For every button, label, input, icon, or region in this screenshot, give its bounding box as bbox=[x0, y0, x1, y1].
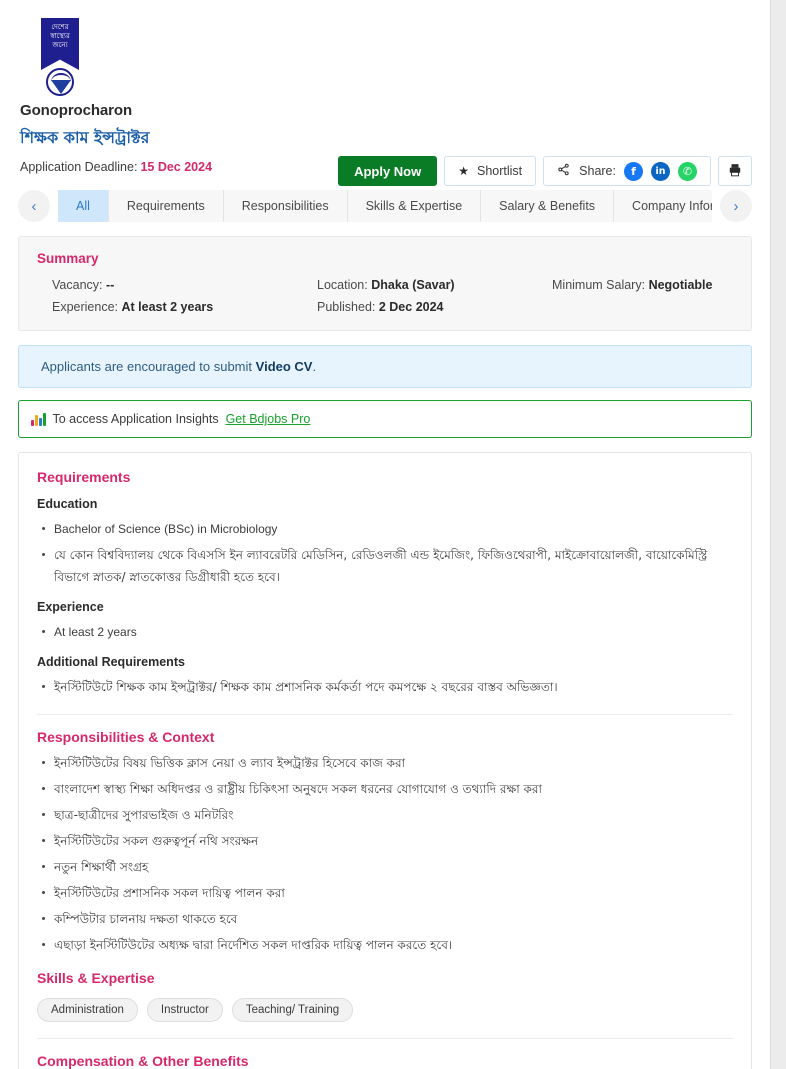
summary-min-salary-label: Minimum Salary: bbox=[552, 278, 646, 292]
requirements-section: Requirements Education Bachelor of Scien… bbox=[37, 469, 733, 698]
list-item: ইনস্টিটিউটের প্রশাসনিক সকল দায়িত্ব পালন… bbox=[37, 882, 733, 904]
list-item: ইনস্টিটিউটের সকল গুরুত্বপূর্ন নথি সংরক্ষ… bbox=[37, 830, 733, 852]
summary-vacancy: Vacancy: -- bbox=[52, 278, 317, 292]
summary-min-salary: Minimum Salary: Negotiable bbox=[552, 278, 733, 292]
tab-requirements[interactable]: Requirements bbox=[108, 190, 224, 222]
facebook-icon[interactable]: f bbox=[624, 161, 643, 181]
company-logo: দেশের স্বাস্থ্যের জন্যে bbox=[38, 18, 82, 96]
summary-experience: Experience: At least 2 years bbox=[52, 300, 317, 314]
page-title: শিক্ষক কাম ইন্সট্রাক্টর bbox=[20, 128, 150, 147]
list-item: এছাড়া ইনস্টিটিউটের অধ্যক্ষ দ্বারা নির্দ… bbox=[37, 934, 733, 956]
responsibilities-title: Responsibilities & Context bbox=[37, 729, 215, 745]
skills-section: Skills & Expertise Administration Instru… bbox=[37, 970, 733, 1022]
logo-line-3: জন্যে bbox=[52, 41, 68, 49]
tabs-prev-button[interactable]: ‹ bbox=[18, 190, 50, 222]
experience-list: At least 2 years bbox=[37, 621, 733, 643]
get-bdjobs-pro-link[interactable]: Get Bdjobs Pro bbox=[226, 412, 311, 426]
divider bbox=[37, 714, 733, 715]
logo-emblem-icon bbox=[46, 68, 74, 96]
bdjobs-pro-banner: To access Application Insights Get Bdjob… bbox=[18, 400, 752, 438]
list-item: যে কোন বিশ্ববিদ্যালয় থেকে বিএসসি ইন ল্য… bbox=[37, 544, 733, 588]
job-detail-card: Requirements Education Bachelor of Scien… bbox=[18, 452, 752, 1069]
requirements-title: Requirements bbox=[37, 469, 131, 485]
summary-experience-label: Experience: bbox=[52, 300, 119, 314]
responsibilities-list: ইনস্টিটিউটের বিষয় ভিত্তিক ক্লাস নেয়া ও… bbox=[37, 752, 733, 956]
responsibilities-section: Responsibilities & Context ইনস্টিটিউটের … bbox=[37, 729, 733, 956]
printer-icon bbox=[728, 163, 742, 180]
skills-title: Skills & Expertise bbox=[37, 970, 155, 986]
section-tabs: ‹ All Requirements Responsibilities Skil… bbox=[18, 190, 752, 222]
education-label: Education bbox=[37, 497, 98, 511]
summary-fields: Vacancy: -- Location: Dhaka (Savar) Mini… bbox=[37, 278, 733, 314]
video-cv-text-after: . bbox=[312, 359, 317, 374]
summary-card: Summary Vacancy: -- Location: Dhaka (Sav… bbox=[18, 236, 752, 331]
bdjobs-pro-text: To access Application Insights bbox=[52, 412, 219, 426]
additional-requirements-list: ইনস্টিটিউটে শিক্ষক কাম ইন্সট্রাক্টর/ শিক… bbox=[37, 676, 733, 698]
experience-label: Experience bbox=[37, 600, 104, 614]
compensation-title: Compensation & Other Benefits bbox=[37, 1053, 249, 1069]
list-item: ইনস্টিটিউটের বিষয় ভিত্তিক ক্লাস নেয়া ও… bbox=[37, 752, 733, 774]
video-cv-text-before: Applicants are encouraged to submit bbox=[41, 359, 256, 374]
logo-arc-icon bbox=[51, 73, 71, 82]
compensation-section: Compensation & Other Benefits অন্যান্য স… bbox=[37, 1053, 733, 1069]
video-cv-link[interactable]: Video CV bbox=[256, 359, 313, 374]
summary-location-value: Dhaka (Savar) bbox=[371, 278, 455, 292]
star-icon: ★ bbox=[458, 164, 469, 178]
list-item: ইনস্টিটিউটে শিক্ষক কাম ইন্সট্রাক্টর/ শিক… bbox=[37, 676, 733, 698]
video-cv-banner: Applicants are encouraged to submit Vide… bbox=[18, 345, 752, 388]
tab-responsibilities[interactable]: Responsibilities bbox=[223, 190, 348, 222]
tab-all[interactable]: All bbox=[58, 190, 109, 222]
summary-spacer bbox=[552, 300, 733, 314]
summary-experience-value: At least 2 years bbox=[121, 300, 214, 314]
skill-chip[interactable]: Administration bbox=[37, 998, 138, 1022]
summary-vacancy-label: Vacancy: bbox=[52, 278, 103, 292]
print-button[interactable] bbox=[718, 156, 752, 186]
deadline-label: Application Deadline: bbox=[20, 160, 138, 174]
summary-published: Published: 2 Dec 2024 bbox=[317, 300, 552, 314]
tab-company-information[interactable]: Company Information bbox=[614, 190, 712, 222]
share-label: Share: bbox=[579, 164, 616, 178]
summary-min-salary-value: Negotiable bbox=[648, 278, 713, 292]
logo-line-2: স্বাস্থ্যের bbox=[50, 32, 70, 40]
share-icon bbox=[557, 163, 570, 179]
page-header: দেশের স্বাস্থ্যের জন্যে Gonoprocharon শি… bbox=[0, 0, 770, 174]
list-item: কম্পিউটার চালনায় দক্ষতা থাকতে হবে bbox=[37, 908, 733, 930]
tab-skills-expertise[interactable]: Skills & Expertise bbox=[347, 190, 482, 222]
additional-requirements-label: Additional Requirements bbox=[37, 655, 185, 669]
tabs-scroll-container[interactable]: All Requirements Responsibilities Skills… bbox=[58, 190, 712, 222]
summary-vacancy-value: -- bbox=[105, 278, 115, 292]
deadline-value: 15 Dec 2024 bbox=[140, 160, 213, 174]
logo-ribbon-icon: দেশের স্বাস্থ্যের জন্যে bbox=[41, 18, 79, 70]
linkedin-icon[interactable]: in bbox=[651, 161, 670, 181]
shortlist-button[interactable]: ★ Shortlist bbox=[444, 156, 537, 186]
logo-line-1: দেশের bbox=[51, 23, 69, 31]
company-name: Gonoprocharon bbox=[20, 102, 133, 119]
skill-chip[interactable]: Instructor bbox=[146, 998, 223, 1022]
summary-location: Location: Dhaka (Savar) bbox=[317, 278, 552, 292]
tab-salary-benefits[interactable]: Salary & Benefits bbox=[481, 190, 615, 222]
summary-title: Summary bbox=[37, 251, 99, 266]
skill-chip[interactable]: Teaching/ Training bbox=[231, 998, 354, 1022]
shortlist-label: Shortlist bbox=[477, 164, 523, 178]
education-list: Bachelor of Science (BSc) in Microbiolog… bbox=[37, 518, 733, 588]
insights-chart-icon bbox=[31, 412, 46, 426]
list-item: Bachelor of Science (BSc) in Microbiolog… bbox=[37, 518, 733, 540]
summary-location-label: Location: bbox=[317, 278, 368, 292]
list-item: নতুন শিক্ষার্থী সংগ্রহ bbox=[37, 856, 733, 878]
list-item: At least 2 years bbox=[37, 621, 733, 643]
share-group: Share: f in ✆ bbox=[543, 156, 711, 186]
divider bbox=[37, 1038, 733, 1039]
summary-published-value: 2 Dec 2024 bbox=[378, 300, 444, 314]
whatsapp-icon[interactable]: ✆ bbox=[678, 161, 697, 181]
skills-chip-list: Administration Instructor Teaching/ Trai… bbox=[37, 998, 733, 1022]
job-detail-page: দেশের স্বাস্থ্যের জন্যে Gonoprocharon শি… bbox=[0, 0, 770, 1069]
tabs-next-button[interactable]: › bbox=[720, 190, 752, 222]
action-bar: Apply Now ★ Shortlist Share: f in ✆ bbox=[338, 156, 752, 186]
summary-published-label: Published: bbox=[317, 300, 376, 314]
page-background-strip bbox=[770, 0, 786, 1069]
apply-now-button[interactable]: Apply Now bbox=[338, 156, 438, 186]
list-item: বাংলাদেশ স্বাস্থ্য শিক্ষা অধিদপ্তর ও রাষ… bbox=[37, 778, 733, 800]
list-item: ছাত্র-ছাত্রীদের সুপারভাইজ ও মনিটরিং bbox=[37, 804, 733, 826]
